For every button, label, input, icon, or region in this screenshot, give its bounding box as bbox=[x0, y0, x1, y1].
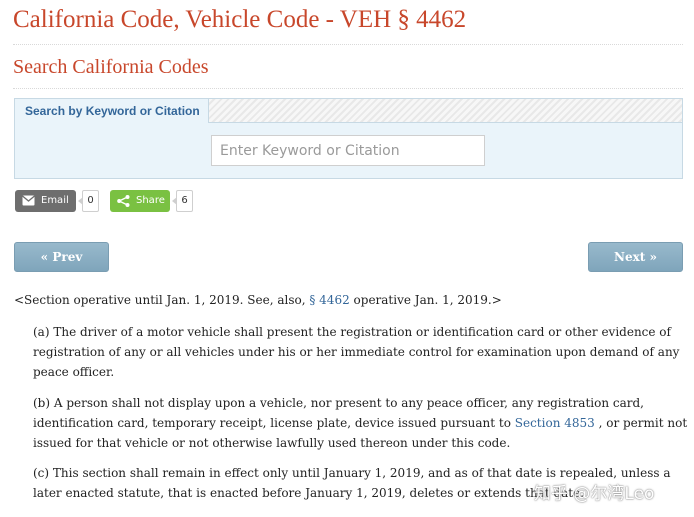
page-title: California Code, Vehicle Code - VEH § 44… bbox=[13, 6, 467, 33]
subsection-b: (b) A person shall not display upon a ve… bbox=[33, 393, 688, 453]
next-button[interactable]: Next » bbox=[588, 242, 683, 272]
subtitle-divider bbox=[13, 88, 683, 89]
email-button[interactable]: Email bbox=[15, 190, 76, 212]
section-4853-link[interactable]: Section 4853 bbox=[515, 416, 595, 430]
title-divider bbox=[13, 44, 683, 45]
watermark: 知乎 @尔湾Leo bbox=[534, 484, 655, 504]
subsection-a: (a) The driver of a motor vehicle shall … bbox=[33, 325, 680, 379]
share-button[interactable]: Share bbox=[110, 190, 170, 212]
section-4462-link[interactable]: § 4462 bbox=[309, 293, 349, 307]
prev-button[interactable]: « Prev bbox=[14, 242, 109, 272]
search-panel: Search by Keyword or Citation bbox=[14, 98, 683, 179]
share-count: 6 bbox=[172, 190, 193, 212]
tab-search-keyword[interactable]: Search by Keyword or Citation bbox=[15, 99, 209, 123]
email-label: Email bbox=[41, 195, 69, 206]
operative-note-prefix: <Section operative until Jan. 1, 2019. S… bbox=[14, 293, 310, 307]
share-label: Share bbox=[136, 195, 165, 206]
search-heading: Search California Codes bbox=[13, 56, 209, 78]
email-count: 0 bbox=[78, 190, 99, 212]
envelope-icon bbox=[22, 195, 35, 206]
operative-note: <Section operative until Jan. 1, 2019. S… bbox=[14, 293, 502, 307]
share-icon bbox=[117, 195, 130, 207]
search-input[interactable] bbox=[211, 135, 485, 166]
operative-note-suffix: operative Jan. 1, 2019.> bbox=[349, 293, 502, 307]
